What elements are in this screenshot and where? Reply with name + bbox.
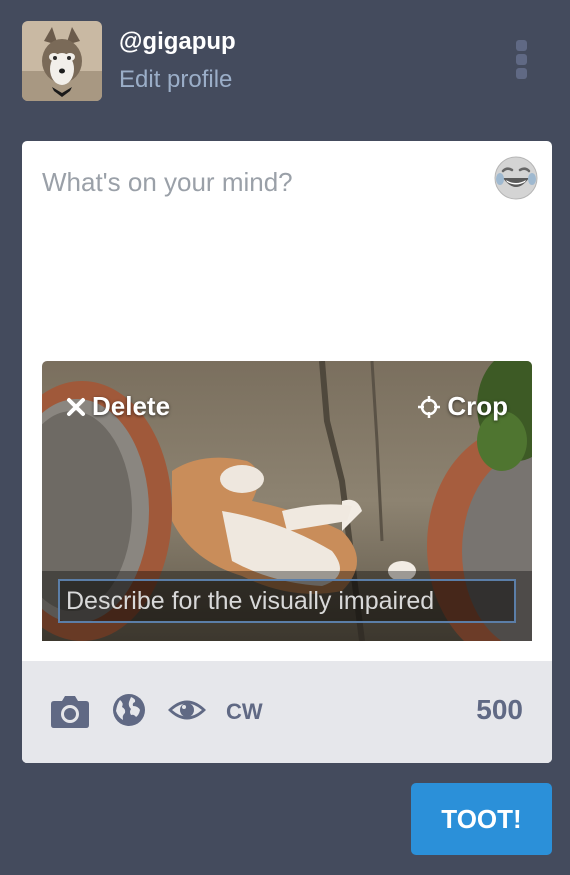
- toot-button[interactable]: TOOT!: [411, 783, 552, 855]
- upload-media-button[interactable]: [50, 693, 90, 734]
- camera-icon: [51, 696, 89, 728]
- compose-form: Delete Crop: [22, 141, 552, 763]
- eye-icon: [168, 700, 206, 720]
- close-icon: [67, 397, 85, 416]
- status-input[interactable]: [22, 141, 492, 341]
- menu-icon[interactable]: [512, 40, 530, 84]
- crop-icon: [418, 395, 441, 418]
- compose-panel: @gigapup Edit profile What's on your min…: [0, 0, 570, 875]
- emoji-icon[interactable]: [494, 156, 538, 200]
- crop-label: Crop: [447, 391, 508, 421]
- content-warning-button[interactable]: CW: [226, 699, 263, 725]
- crop-media-button[interactable]: Crop: [417, 391, 508, 422]
- delete-media-button[interactable]: Delete: [66, 391, 170, 422]
- media-attachment: Delete Crop: [42, 361, 532, 641]
- globe-icon: [113, 694, 145, 726]
- avatar[interactable]: [22, 21, 102, 101]
- media-description-input[interactable]: [58, 579, 516, 623]
- privacy-button[interactable]: [112, 693, 146, 732]
- compose-toolbar: CW 500: [22, 661, 552, 763]
- username: @gigapup: [119, 28, 236, 55]
- edit-profile-link[interactable]: Edit profile: [119, 66, 232, 94]
- hide-media-button[interactable]: [167, 697, 207, 728]
- character-counter: 500: [476, 694, 523, 725]
- delete-label: Delete: [92, 391, 171, 421]
